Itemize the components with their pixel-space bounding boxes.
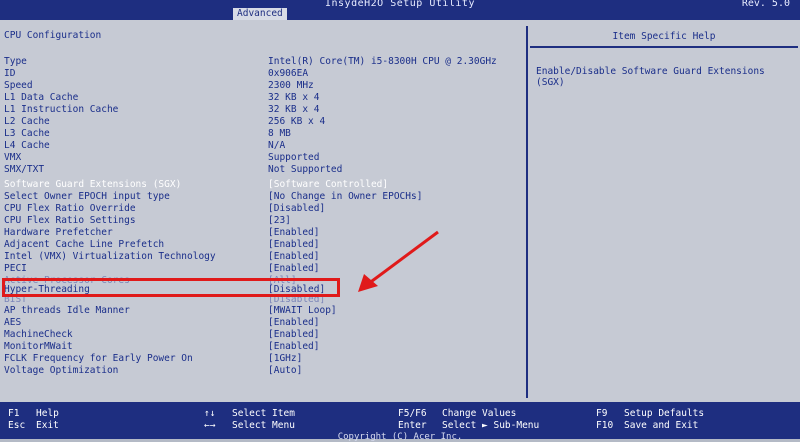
help-title: Item Specific Help bbox=[530, 28, 798, 48]
setting-value[interactable]: [1GHz] bbox=[268, 353, 302, 364]
key-description: Help bbox=[36, 408, 59, 419]
key-description: Save and Exit bbox=[624, 420, 699, 431]
copyright-text: Copyright (C) Acer Inc. bbox=[337, 432, 463, 442]
annotation-highlight-box bbox=[2, 278, 340, 297]
key-label: ←→ bbox=[204, 420, 216, 431]
info-label: L4 Cache bbox=[4, 140, 50, 151]
setting-value[interactable]: [Enabled] bbox=[268, 251, 319, 262]
info-value: 8 MB bbox=[268, 128, 291, 139]
setting-label: MonitorMWait bbox=[4, 341, 73, 352]
key-label: F9 bbox=[596, 408, 608, 419]
setting-value[interactable]: [No Change in Owner EPOCHs] bbox=[268, 191, 422, 202]
info-label: Speed bbox=[4, 80, 33, 91]
help-pane: Item Specific Help Enable/Disable Softwa… bbox=[530, 26, 798, 398]
setting-label: FCLK Frequency for Early Power On bbox=[4, 353, 193, 364]
info-value: 32 KB x 4 bbox=[268, 92, 320, 103]
key-help: F1 Help bbox=[8, 408, 59, 419]
key-save-exit: F10 Save and Exit bbox=[596, 420, 698, 431]
key-label: F10 bbox=[596, 420, 614, 431]
info-label: VMX bbox=[4, 152, 22, 163]
setting-value[interactable]: [Enabled] bbox=[268, 263, 319, 274]
key-exit: Esc Exit bbox=[8, 420, 59, 431]
key-select-item: ↑↓ Select Item bbox=[204, 408, 295, 419]
setting-label: AP threads Idle Manner bbox=[4, 305, 130, 316]
key-description: Select Menu bbox=[232, 420, 295, 431]
setting-label: Voltage Optimization bbox=[4, 365, 119, 376]
info-value: 32 KB x 4 bbox=[268, 104, 320, 115]
key-label: ↑↓ bbox=[204, 408, 216, 419]
key-description: Setup Defaults bbox=[624, 408, 705, 419]
key-setup-defaults: F9 Setup Defaults bbox=[596, 408, 704, 419]
info-label: ID bbox=[4, 68, 16, 79]
info-label: SMX/TXT bbox=[4, 164, 45, 175]
setting-value[interactable]: [Auto] bbox=[268, 365, 302, 376]
setting-value[interactable]: [Software Controlled] bbox=[268, 179, 388, 190]
key-legend: F1 Help Esc Exit ↑↓ Select Item ←→ Select Me… bbox=[0, 402, 800, 442]
key-description: Exit bbox=[36, 420, 59, 431]
info-value: N/A bbox=[268, 140, 286, 151]
key-label: F5/F6 bbox=[398, 408, 427, 419]
setting-label: Software Guard Extensions (SGX) bbox=[4, 179, 182, 190]
setting-value[interactable]: [Disabled] bbox=[268, 203, 325, 214]
section-title: CPU Configuration bbox=[4, 30, 102, 41]
setting-label: Intel (VMX) Virtualization Technology bbox=[4, 251, 216, 262]
setting-label: CPU Flex Ratio Settings bbox=[4, 215, 136, 226]
setting-label: Adjacent Cache Line Prefetch bbox=[4, 239, 165, 250]
settings-pane: CPU Configuration Type Intel(R) Core(TM) … bbox=[0, 26, 528, 398]
setting-value[interactable]: [Enabled] bbox=[268, 317, 319, 328]
info-label: Type bbox=[4, 56, 27, 67]
setting-value[interactable]: [23] bbox=[268, 215, 291, 226]
setting-label: MachineCheck bbox=[4, 329, 73, 340]
setting-value[interactable]: [Enabled] bbox=[268, 329, 319, 340]
setting-value[interactable]: [MWAIT Loop] bbox=[268, 305, 337, 316]
key-label: Esc bbox=[8, 420, 26, 431]
setting-label: Select Owner EPOCH input type bbox=[4, 191, 170, 202]
info-value: Intel(R) Core(TM) i5-8300H CPU @ 2.30GHz bbox=[268, 56, 497, 67]
setting-label: Hardware Prefetcher bbox=[4, 227, 113, 238]
tab-advanced[interactable]: Advanced bbox=[233, 8, 287, 20]
setting-value[interactable]: [Enabled] bbox=[268, 239, 319, 250]
info-label: L2 Cache bbox=[4, 116, 50, 127]
setting-label: AES bbox=[4, 317, 22, 328]
help-text: Enable/Disable Software Guard Extensions… bbox=[536, 66, 765, 88]
revision-label: Rev. 5.0 bbox=[741, 0, 790, 9]
annotation-arrow-icon bbox=[358, 230, 439, 292]
setting-label: PECI bbox=[4, 263, 27, 274]
main-panel: CPU Configuration Type Intel(R) Core(TM) … bbox=[0, 20, 800, 402]
info-value: 2300 MHz bbox=[268, 80, 314, 91]
window-title: InsydeH2O Setup Utility bbox=[325, 0, 475, 9]
info-value: 0x906EA bbox=[268, 68, 309, 79]
setting-label: CPU Flex Ratio Override bbox=[4, 203, 136, 214]
key-change-values: F5/F6 Change Values bbox=[398, 408, 516, 419]
info-label: L3 Cache bbox=[4, 128, 50, 139]
info-value: Supported bbox=[268, 152, 320, 163]
key-select-menu: ←→ Select Menu bbox=[204, 420, 295, 431]
key-description: Change Values bbox=[442, 408, 517, 419]
info-label: L1 Instruction Cache bbox=[4, 104, 119, 115]
key-description: Select ► Sub-Menu bbox=[442, 420, 540, 431]
setting-value[interactable]: [Enabled] bbox=[268, 341, 319, 352]
key-label: F1 bbox=[8, 408, 20, 419]
key-sub-menu: Enter Select ► Sub-Menu bbox=[398, 420, 539, 431]
info-label: L1 Data Cache bbox=[4, 92, 79, 103]
setting-value[interactable]: [Enabled] bbox=[268, 227, 319, 238]
key-label: Enter bbox=[398, 420, 427, 431]
info-value: Not Supported bbox=[268, 164, 343, 175]
title-bar: InsydeH2O Setup Utility Rev. 5.0 Advance… bbox=[0, 0, 800, 20]
key-description: Select Item bbox=[232, 408, 295, 419]
info-value: 256 KB x 4 bbox=[268, 116, 326, 127]
